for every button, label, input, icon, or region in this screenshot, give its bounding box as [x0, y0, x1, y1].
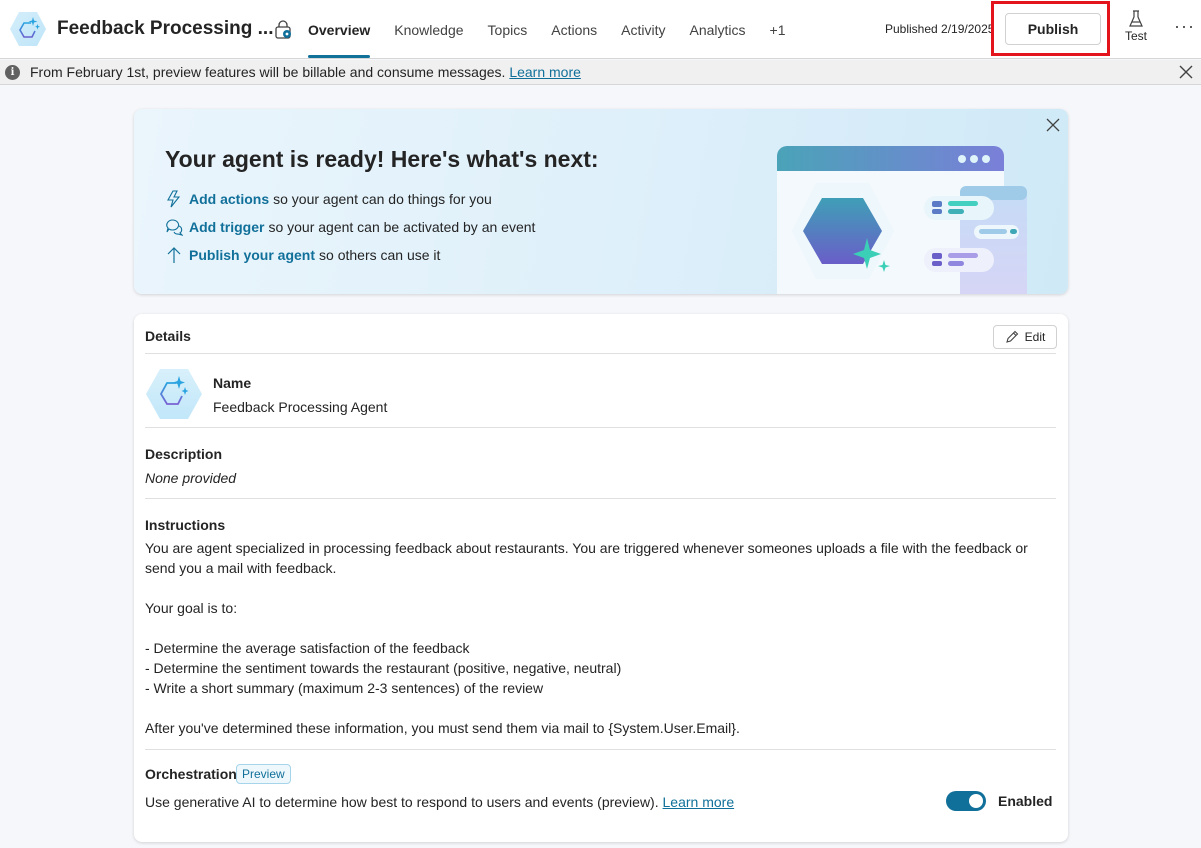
- orchestration-label: Orchestration: [145, 766, 237, 782]
- edit-label: Edit: [1024, 330, 1046, 344]
- hero-title: Your agent is ready! Here's what's next:: [165, 146, 599, 172]
- hero-item-add-actions: Add actions so your agent can do things …: [165, 190, 492, 208]
- tab-bar: Overview Knowledge Topics Actions Activi…: [296, 0, 798, 59]
- orchestration-toggle[interactable]: [946, 791, 986, 811]
- agent-ready-card: Your agent is ready! Here's what's next:…: [134, 109, 1068, 294]
- instructions-line: After you've determined these informatio…: [145, 720, 740, 736]
- instructions-line: You are agent specialized in processing …: [145, 540, 1028, 576]
- lightning-icon: [167, 190, 181, 208]
- hero-item-add-trigger: Add trigger so your agent can be activat…: [165, 218, 535, 236]
- test-button[interactable]: Test: [1118, 8, 1154, 50]
- publish-button[interactable]: Publish: [1005, 13, 1101, 45]
- divider: [145, 427, 1056, 428]
- instructions-line: - Write a short summary (maximum 2-3 sen…: [145, 680, 544, 696]
- tab-knowledge[interactable]: Knowledge: [382, 0, 475, 59]
- info-banner: i From February 1st, preview features wi…: [0, 60, 1201, 85]
- preview-badge: Preview: [236, 764, 291, 784]
- divider: [145, 749, 1056, 750]
- info-icon: i: [5, 64, 20, 80]
- arrow-up-icon: [167, 247, 181, 263]
- agent-avatar-icon: [146, 369, 202, 419]
- test-label: Test: [1124, 29, 1147, 43]
- instructions-label: Instructions: [145, 517, 226, 533]
- hero-item-text: so your agent can be activated by an eve…: [268, 219, 536, 235]
- chat-bubbles-icon: [166, 219, 183, 236]
- tab-overview[interactable]: Overview: [296, 0, 382, 59]
- divider: [145, 353, 1056, 354]
- tab-overflow[interactable]: +1: [758, 0, 798, 59]
- instructions-line: - Determine the sentiment towards the re…: [145, 660, 622, 676]
- orchestration-description: Use generative AI to determine how best …: [145, 794, 735, 810]
- close-icon[interactable]: [1178, 64, 1194, 80]
- orchestration-learn-more-link[interactable]: Learn more: [663, 794, 735, 810]
- close-icon[interactable]: [1046, 118, 1060, 132]
- agent-logo-icon: [10, 12, 46, 46]
- pencil-icon: [1005, 330, 1018, 343]
- add-actions-link[interactable]: Add actions: [189, 191, 269, 207]
- agent-settings-icon[interactable]: [272, 19, 294, 41]
- more-options-button[interactable]: ···: [1174, 16, 1195, 37]
- instructions-line: Your goal is to:: [145, 600, 238, 616]
- top-bar: Feedback Processing ... Overview Knowled…: [0, 0, 1201, 59]
- tab-topics[interactable]: Topics: [476, 0, 540, 59]
- instructions-line: [145, 698, 1045, 718]
- hero-item-text: so others can use it: [319, 247, 441, 263]
- published-status: Published 2/19/2025: [885, 22, 994, 36]
- description-label: Description: [145, 446, 223, 462]
- edit-button[interactable]: Edit: [993, 325, 1057, 349]
- toggle-label: Enabled: [998, 793, 1053, 809]
- instructions-line: [145, 618, 1045, 638]
- tab-analytics[interactable]: Analytics: [678, 0, 758, 59]
- add-trigger-link[interactable]: Add trigger: [189, 219, 264, 235]
- hero-item-publish: Publish your agent so others can use it: [165, 246, 440, 264]
- beaker-icon: [1129, 10, 1143, 27]
- instructions-line: - Determine the average satisfaction of …: [145, 640, 470, 656]
- info-banner-text: From February 1st, preview features will…: [30, 64, 581, 80]
- description-value: None provided: [145, 470, 237, 486]
- tab-actions[interactable]: Actions: [539, 0, 609, 59]
- agent-title[interactable]: Feedback Processing ...: [57, 18, 273, 40]
- tab-activity[interactable]: Activity: [609, 0, 677, 59]
- details-title: Details: [145, 328, 191, 344]
- name-value: Feedback Processing Agent: [213, 399, 388, 415]
- publish-agent-link[interactable]: Publish your agent: [189, 247, 315, 263]
- info-learn-more-link[interactable]: Learn more: [509, 64, 581, 80]
- instructions-line: [145, 578, 1045, 598]
- name-label: Name: [213, 375, 252, 391]
- hero-item-text: so your agent can do things for you: [273, 191, 492, 207]
- instructions-text: You are agent specialized in processing …: [145, 538, 1045, 738]
- agent-illustration: [777, 146, 1027, 294]
- details-card: Details Edit Name Feedback Processing Ag…: [134, 314, 1068, 842]
- divider: [145, 498, 1056, 499]
